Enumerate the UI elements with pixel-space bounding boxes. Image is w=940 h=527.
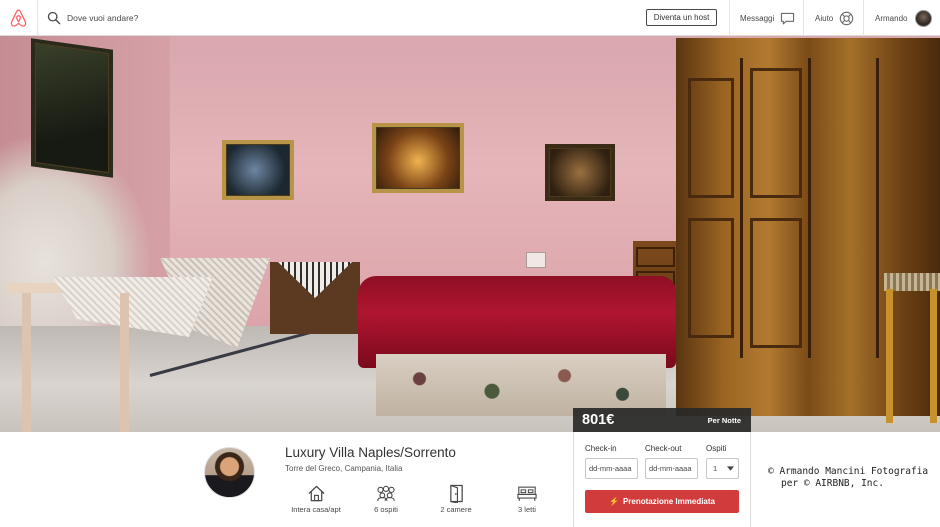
painting-frame bbox=[372, 123, 464, 193]
painting-frame bbox=[31, 38, 113, 178]
top-navigation-bar: Diventa un host Messaggi Aiuto Armando bbox=[0, 0, 940, 36]
lifebuoy-icon bbox=[839, 11, 854, 26]
checkin-label: Check-in bbox=[585, 444, 617, 453]
photo-table bbox=[8, 277, 213, 432]
home-icon bbox=[307, 485, 325, 502]
chair-leg bbox=[886, 289, 893, 423]
chair-leg bbox=[930, 289, 937, 423]
price-per-night-bar: 801€ Per Notte bbox=[573, 408, 751, 432]
photo-chair bbox=[884, 273, 940, 423]
nav-help[interactable]: Aiuto bbox=[803, 0, 863, 36]
wardrobe-door-edge bbox=[740, 58, 743, 358]
bed-icon bbox=[517, 486, 537, 501]
wall-outlet bbox=[526, 252, 546, 268]
wardrobe-panel bbox=[688, 218, 734, 338]
become-host-button[interactable]: Diventa un host bbox=[646, 9, 717, 26]
nav-user-menu[interactable]: Armando bbox=[863, 0, 940, 36]
table-leg bbox=[22, 293, 31, 432]
instant-book-button[interactable]: ⚡ Prenotazione Immediata bbox=[585, 490, 739, 513]
checkin-input[interactable] bbox=[589, 464, 637, 473]
search-bar[interactable] bbox=[38, 0, 598, 36]
wardrobe-panel bbox=[750, 218, 802, 348]
dresser-drawer bbox=[636, 247, 675, 267]
checkout-input[interactable] bbox=[649, 464, 697, 473]
table-leg bbox=[120, 293, 129, 432]
listing-location[interactable]: Torre del Greco, Campania, Italia bbox=[285, 464, 402, 473]
nav-messages-label: Messaggi bbox=[740, 13, 775, 23]
nav-user-name: Armando bbox=[875, 13, 908, 23]
door-icon bbox=[449, 484, 463, 503]
amenity-bedrooms: 2 camere bbox=[416, 484, 496, 514]
lightning-icon: ⚡ bbox=[609, 497, 619, 506]
amenity-label: Intera casa/apt bbox=[291, 505, 341, 514]
wardrobe-panel bbox=[688, 78, 734, 198]
painting-frame bbox=[222, 140, 294, 200]
nav-messages[interactable]: Messaggi bbox=[729, 0, 803, 36]
bed-skirt bbox=[376, 354, 666, 416]
photo-doily bbox=[278, 262, 352, 298]
amenity-label: 3 letti bbox=[518, 505, 536, 514]
search-icon bbox=[47, 11, 61, 25]
photo-bed bbox=[358, 276, 676, 416]
checkout-label: Check-out bbox=[645, 444, 682, 453]
painting-frame bbox=[545, 144, 615, 201]
airbnb-logo[interactable] bbox=[0, 0, 38, 36]
guests-value: 1 bbox=[713, 464, 718, 473]
amenity-label: 6 ospiti bbox=[374, 505, 398, 514]
search-input[interactable] bbox=[67, 13, 467, 23]
table-cloth bbox=[53, 277, 213, 337]
wardrobe-door-edge bbox=[808, 58, 811, 358]
amenity-entire-home: Intera casa/apt bbox=[276, 484, 356, 514]
price-unit: Per Notte bbox=[707, 415, 741, 425]
price-amount: 801€ bbox=[582, 412, 615, 428]
listing-title: Luxury Villa Naples/Sorrento bbox=[285, 445, 456, 460]
user-avatar[interactable] bbox=[915, 9, 933, 27]
photo-side-table bbox=[270, 262, 360, 334]
amenity-label: 2 camere bbox=[440, 505, 472, 514]
wardrobe-door-edge bbox=[876, 58, 879, 358]
instant-book-label: Prenotazione Immediata bbox=[622, 497, 715, 506]
watermark-line-1: © Armando Mancini Fotografia bbox=[768, 466, 929, 477]
checkin-field[interactable] bbox=[585, 458, 638, 479]
photo-credit-watermark: © Armando Mancini Fotografia per © AIRBN… bbox=[768, 466, 938, 490]
chat-bubble-icon bbox=[780, 12, 795, 25]
nav-help-label: Aiuto bbox=[815, 13, 834, 23]
guests-icon bbox=[377, 485, 395, 501]
chevron-down-icon bbox=[727, 466, 734, 471]
guests-label: Ospiti bbox=[706, 444, 727, 453]
airbnb-logo-icon bbox=[10, 9, 27, 27]
host-avatar[interactable] bbox=[204, 447, 255, 498]
guests-select[interactable]: 1 bbox=[706, 458, 739, 479]
checkout-field[interactable] bbox=[645, 458, 698, 479]
amenity-guests: 6 ospiti bbox=[346, 484, 426, 514]
watermark-line-2: per © AIRBNB, Inc. bbox=[781, 478, 884, 489]
listing-hero-photo[interactable] bbox=[0, 36, 940, 432]
amenity-beds: 3 letti bbox=[487, 484, 567, 514]
wardrobe-panel bbox=[750, 68, 802, 198]
